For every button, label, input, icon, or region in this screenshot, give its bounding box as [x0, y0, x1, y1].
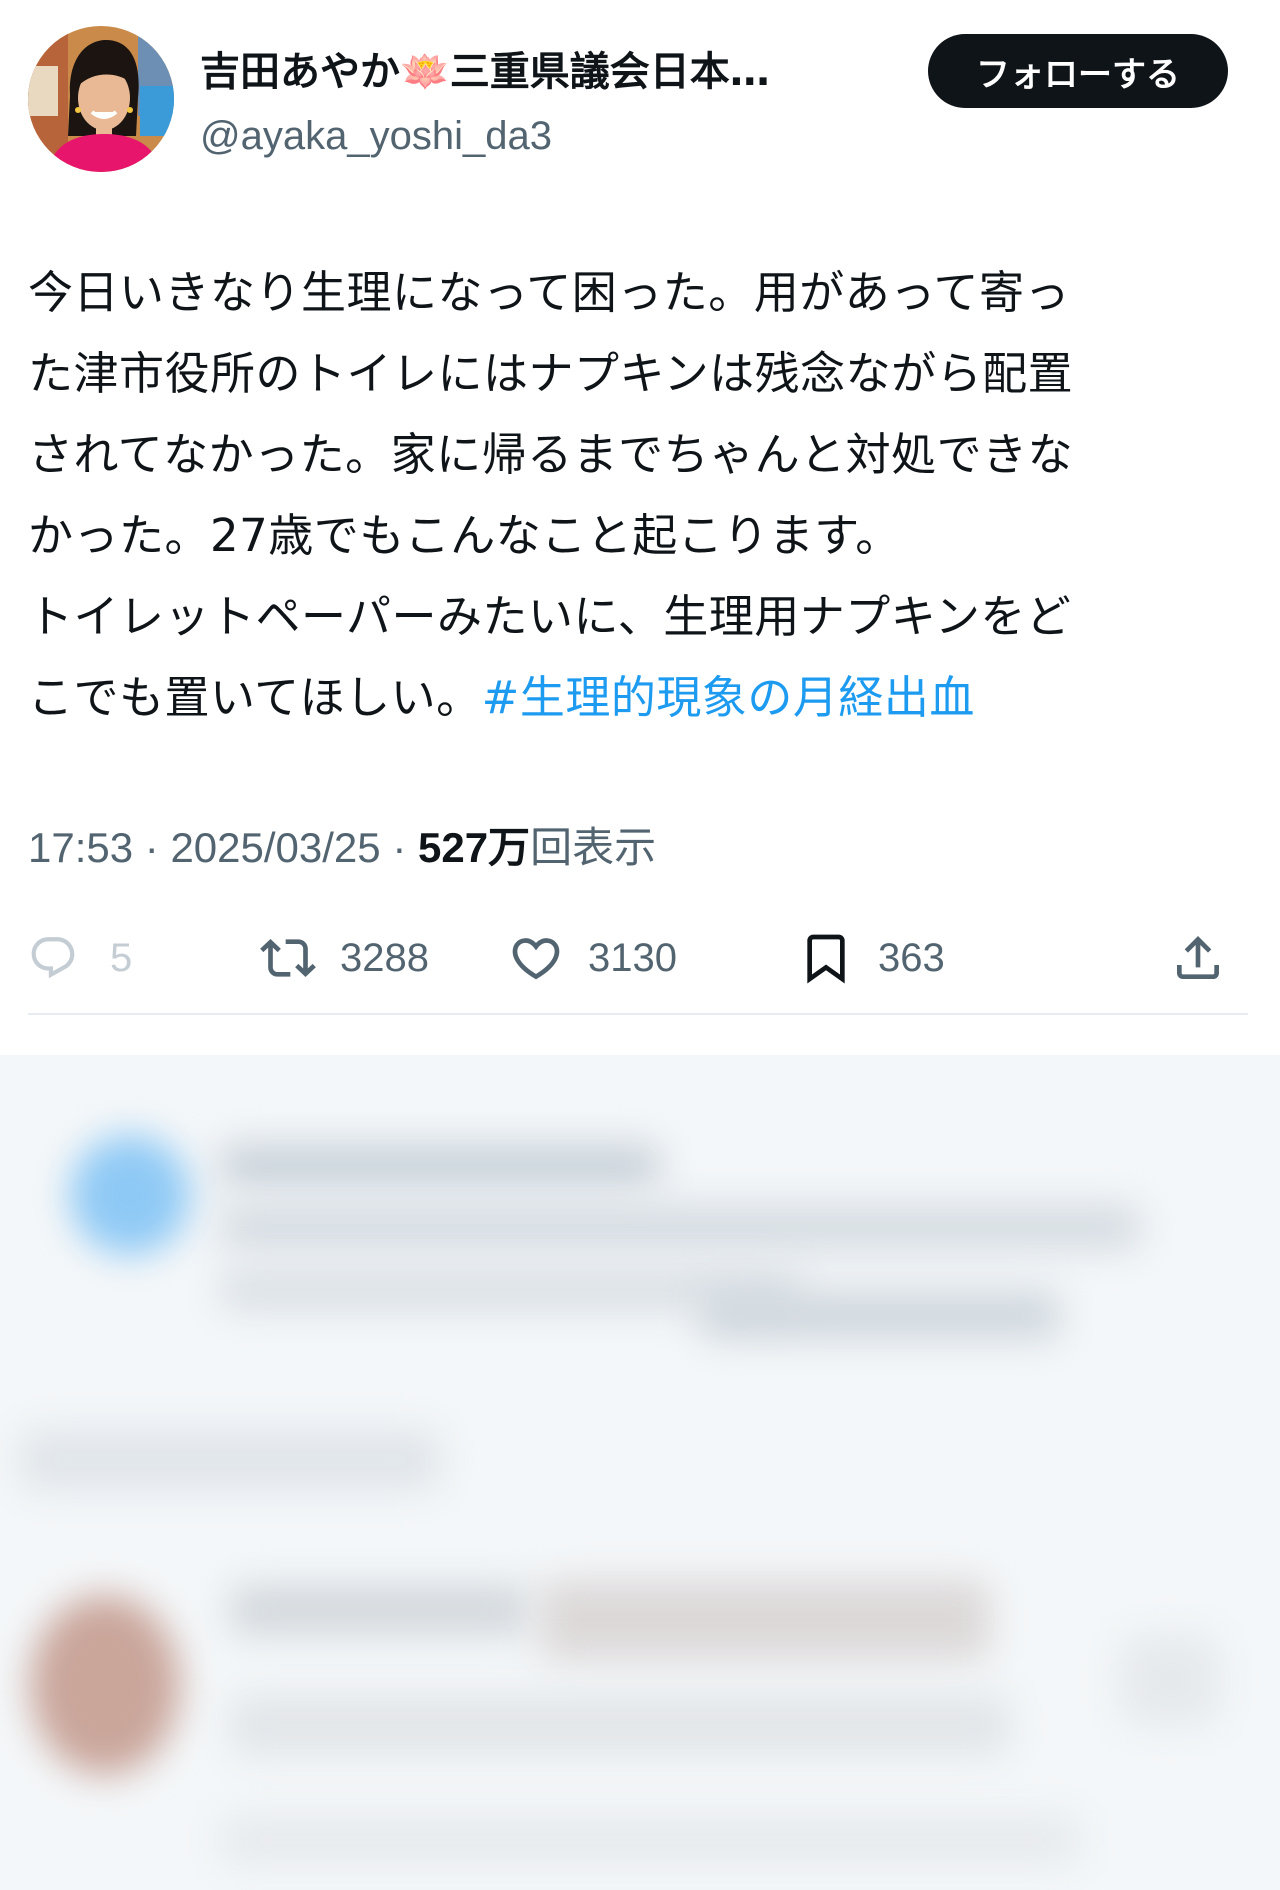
retweet-icon — [260, 939, 316, 977]
tweet-line: た津市役所のトイレにはナプキンは残念ながら配置 — [28, 347, 1074, 400]
like-button[interactable]: 3130 — [508, 920, 677, 996]
share-icon — [1177, 936, 1219, 979]
tweet-date[interactable]: 2025/03/25 — [170, 824, 380, 871]
tweet-header: 吉田あやか🪷三重県議会日本… @ayaka_yoshi_da3 フォローする — [28, 26, 1228, 176]
heart-icon — [512, 938, 560, 980]
tweet-time[interactable]: 17:53 — [28, 824, 133, 871]
tweet-line-text: こでも置いてほしい。 — [28, 671, 482, 724]
follow-button[interactable]: フォローする — [928, 34, 1228, 108]
blurred-text — [700, 1290, 1060, 1340]
meta-separator: · — [133, 824, 171, 871]
blurred-text — [230, 1585, 530, 1635]
blurred-avatar — [70, 1135, 190, 1255]
blurred-text — [230, 1695, 1010, 1755]
retweet-button[interactable]: 3288 — [260, 920, 429, 996]
tweet-meta: 17:53 · 2025/03/25 · 527万回表示 — [28, 818, 656, 878]
views-label: 回表示 — [530, 824, 657, 871]
bookmark-icon — [807, 934, 845, 984]
blurred-text — [540, 1580, 990, 1660]
tweet-text: 今日いきなり生理になって困った。用があって寄っ た津市役所のトイレにはナプキンは… — [28, 252, 1228, 738]
reply-icon — [31, 937, 75, 979]
divider — [28, 1013, 1248, 1015]
reply-button[interactable]: 5 — [28, 920, 132, 996]
tweet-line: かった。27歳でもこんなこと起こります。 — [28, 509, 901, 562]
blurred-text — [220, 1145, 660, 1185]
meta-separator: · — [380, 824, 418, 871]
lotus-emoji: 🪷 — [400, 49, 450, 95]
bookmark-count: 363 — [878, 935, 945, 980]
bookmark-button[interactable]: 363 — [798, 920, 945, 996]
blurred-text — [20, 1430, 440, 1490]
hashtag-link[interactable]: #生理的現象の月経出血 — [482, 671, 975, 724]
reply-count: 5 — [110, 935, 133, 980]
blurred-avatar — [30, 1595, 180, 1775]
retweet-count: 3288 — [340, 935, 429, 980]
share-button[interactable] — [1170, 920, 1226, 996]
action-bar: 5 3288 3130 363 — [28, 920, 1228, 996]
blurred-text — [220, 1205, 1140, 1249]
tweet-line: 今日いきなり生理になって困った。用があって寄っ — [28, 266, 1071, 319]
display-name[interactable]: 吉田あやか🪷三重県議会日本… — [200, 44, 770, 100]
blurred-text — [220, 1815, 1080, 1865]
avatar[interactable] — [28, 26, 174, 172]
tweet-line: されてなかった。家に帰るまでちゃんと対処できな — [28, 428, 1074, 481]
avatar-image — [28, 26, 174, 172]
views-count: 527万 — [417, 824, 531, 871]
display-name-text: 吉田あやか — [200, 49, 400, 95]
like-count: 3130 — [588, 935, 677, 980]
display-name-suffix: 三重県議会日本… — [449, 49, 770, 95]
tweet-line: トイレットペーパーみたいに、生理用ナプキンをど — [28, 590, 1072, 643]
blurred-text — [1120, 1635, 1220, 1725]
blurred-replies — [0, 1055, 1280, 1890]
user-handle[interactable]: @ayaka_yoshi_da3 — [200, 108, 552, 164]
tweet-last-line: こでも置いてほしい。#生理的現象の月経出血 — [28, 657, 1228, 738]
